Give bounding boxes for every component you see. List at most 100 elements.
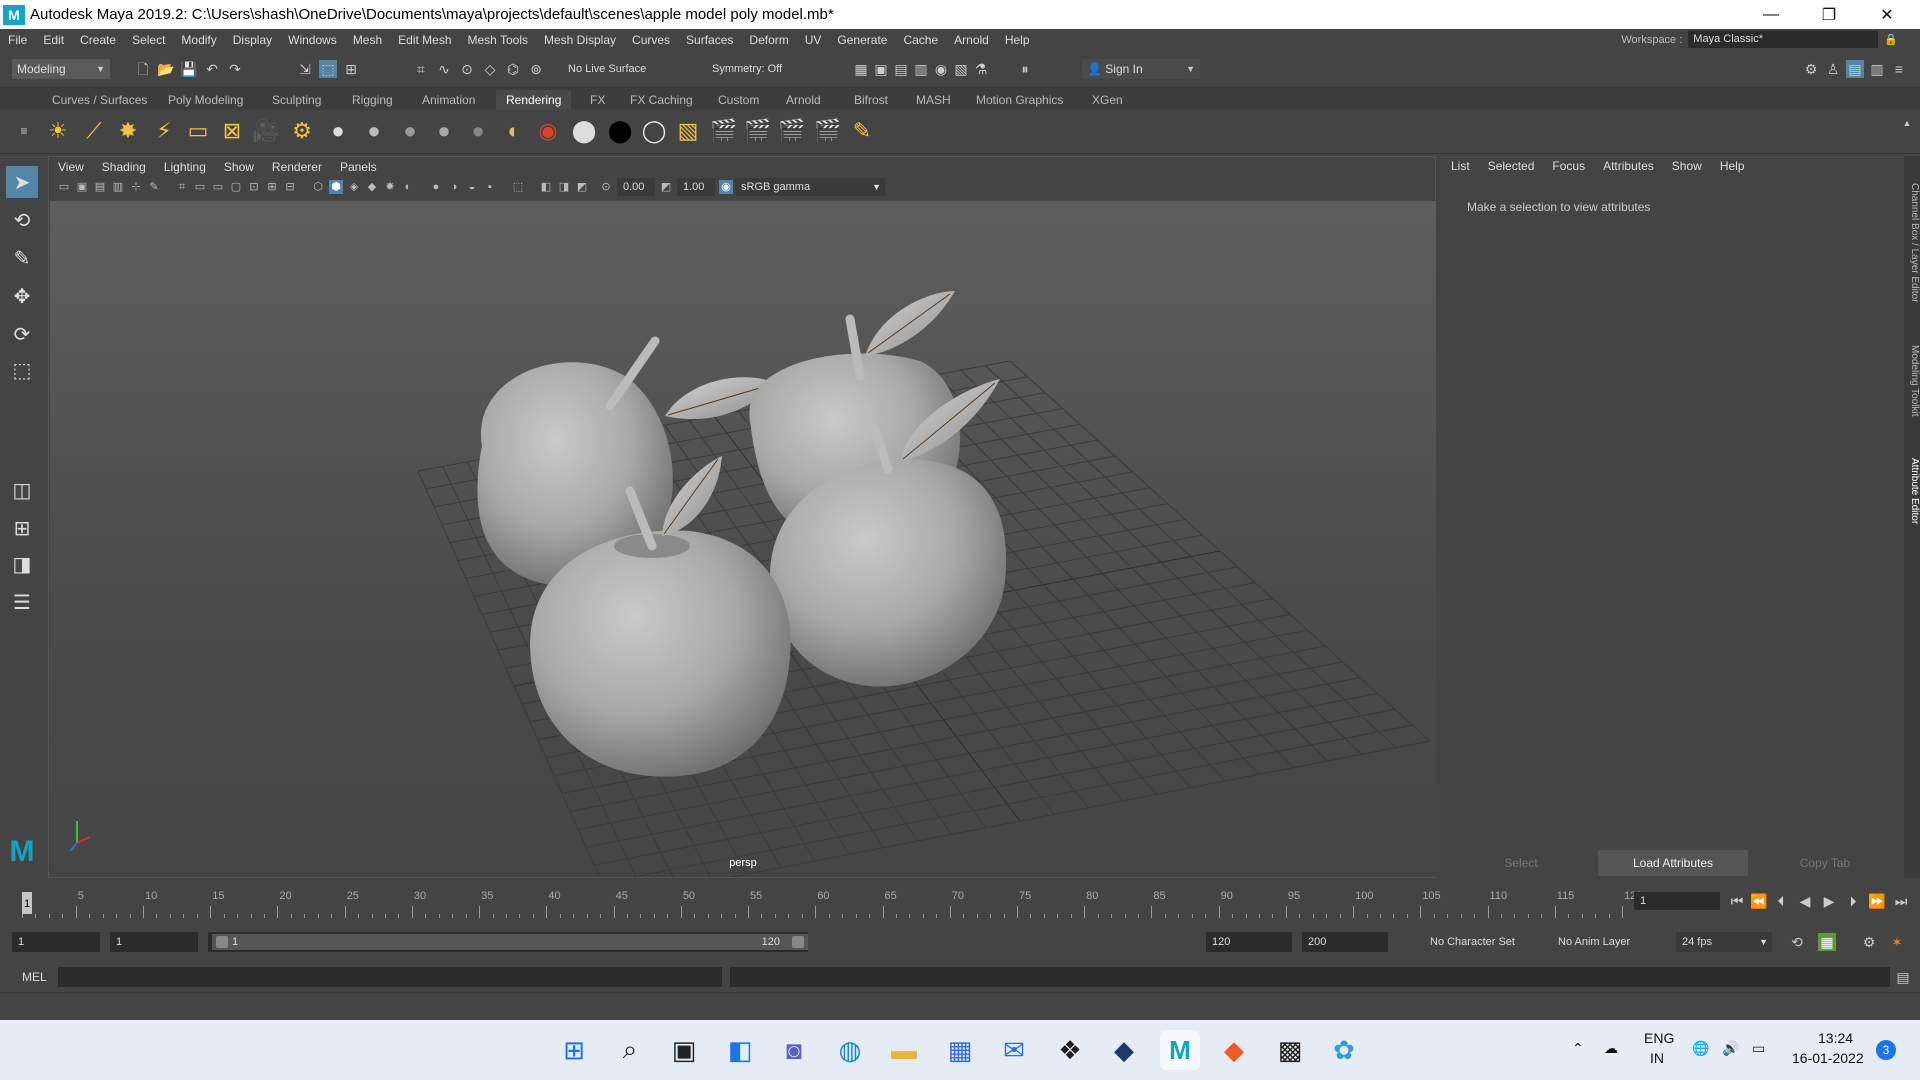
paint-select-icon[interactable]: ✎: [6, 242, 38, 274]
tab-modeling-toolkit[interactable]: Modeling Toolkit: [1904, 331, 1920, 431]
snap-surface-icon[interactable]: ⌬: [504, 60, 522, 78]
fps-dropdown[interactable]: 24 fps ▼: [1676, 932, 1772, 952]
wireframe-icon[interactable]: ⬡: [311, 180, 325, 194]
search-icon[interactable]: ⌕: [610, 1030, 650, 1070]
render-view-shelf-icon[interactable]: ▧: [672, 115, 704, 147]
menu-arnold[interactable]: Arnold: [946, 33, 997, 47]
screen-space-ao-icon[interactable]: ●: [429, 180, 443, 194]
current-frame-field[interactable]: 1: [1634, 892, 1720, 910]
mel-label[interactable]: MEL: [22, 970, 47, 984]
bookmarks-icon[interactable]: ▤: [93, 180, 107, 194]
single-perspective-layout-icon[interactable]: ◫: [6, 474, 38, 506]
channel-box-icon[interactable]: ≡: [1890, 60, 1908, 78]
tab-channel-box[interactable]: Channel Box / Layer Editor: [1904, 168, 1920, 318]
menu-windows[interactable]: Windows: [280, 33, 345, 47]
layered-shader-icon[interactable]: ◐: [498, 115, 530, 147]
menuset-dropdown[interactable]: Modeling ▼: [12, 59, 110, 79]
range-start-grip-icon[interactable]: [216, 936, 228, 948]
dropbox-icon[interactable]: ❖: [1050, 1030, 1090, 1070]
go-to-end-icon[interactable]: ⏭: [1892, 892, 1910, 910]
select-button[interactable]: Select: [1446, 850, 1596, 876]
blinn-material-icon[interactable]: ●: [322, 115, 354, 147]
menu-deform[interactable]: Deform: [741, 33, 796, 47]
select-tool-icon[interactable]: ➤: [6, 166, 38, 198]
ambient-light-icon[interactable]: ☀: [42, 115, 74, 147]
shelf-tab-mash[interactable]: MASH: [906, 90, 961, 110]
sign-in-dropdown[interactable]: 👤 Sign In ▼: [1082, 59, 1200, 79]
point-light-icon[interactable]: ✸: [112, 115, 144, 147]
select-object-icon[interactable]: ⬚: [319, 60, 337, 78]
field-chart-icon[interactable]: ⊡: [247, 180, 261, 194]
textured-icon[interactable]: ◆: [365, 180, 379, 194]
step-forward-frame-icon[interactable]: ⏵: [1844, 892, 1862, 910]
render-frame-icon[interactable]: ▣: [872, 60, 890, 78]
ramp-shader-icon[interactable]: ◉: [532, 115, 564, 147]
wireframe-on-shaded-icon[interactable]: ◈: [347, 180, 361, 194]
menu-create[interactable]: Create: [72, 33, 124, 47]
widgets-icon[interactable]: ◧: [720, 1030, 760, 1070]
panel-menu-lighting[interactable]: Lighting: [155, 160, 215, 174]
lambert-material-icon[interactable]: ●: [358, 115, 390, 147]
panel-menu-panels[interactable]: Panels: [331, 160, 386, 174]
start-time-field[interactable]: 1: [12, 932, 100, 952]
shelf-tab-xgen[interactable]: XGen: [1082, 90, 1133, 110]
scale-tool-icon[interactable]: ⬚: [6, 354, 38, 386]
anim-layer-dropdown[interactable]: No Anim Layer: [1552, 932, 1660, 952]
brave-icon[interactable]: ◆: [1214, 1030, 1254, 1070]
menu-modify[interactable]: Modify: [173, 33, 224, 47]
menu-generate[interactable]: Generate: [829, 33, 895, 47]
pause-viewport-icon[interactable]: ⏸: [1016, 60, 1034, 78]
panel-menu-renderer[interactable]: Renderer: [263, 160, 331, 174]
snap-live-icon[interactable]: ⊚: [527, 60, 545, 78]
redo-icon[interactable]: ↷: [226, 60, 244, 78]
hypershade-icon[interactable]: ◉: [932, 60, 950, 78]
panel-menu-view[interactable]: View: [49, 160, 93, 174]
loop-icon[interactable]: ⟲: [1788, 933, 1806, 951]
step-back-key-icon[interactable]: ⏪: [1750, 892, 1768, 910]
surface-shader-icon[interactable]: ⬤: [568, 115, 600, 147]
onedrive-icon[interactable]: ☁: [1604, 1040, 1618, 1057]
chevron-up-icon[interactable]: ⌃: [1572, 1040, 1584, 1057]
shadows-icon[interactable]: ◐: [401, 180, 415, 194]
character-set-dropdown[interactable]: No Character Set: [1424, 932, 1536, 952]
modeling-toolkit-icon[interactable]: ⚙: [1802, 60, 1820, 78]
close-button[interactable]: ✕: [1864, 0, 1910, 29]
2d-pan-zoom-icon[interactable]: ⊹: [129, 180, 143, 194]
mail-icon[interactable]: ✉: [994, 1030, 1034, 1070]
mel-input[interactable]: [58, 967, 722, 987]
animation-preferences-icon[interactable]: ⚙: [1860, 933, 1878, 951]
network-icon[interactable]: 🌐: [1692, 1040, 1709, 1057]
play-backwards-icon[interactable]: ◀: [1796, 892, 1814, 910]
step-forward-key-icon[interactable]: ⏩: [1868, 892, 1886, 910]
app-icon[interactable]: ◆: [1104, 1030, 1144, 1070]
outliner-layout-icon[interactable]: ☰: [6, 586, 38, 618]
script-editor-icon[interactable]: ▤: [1894, 968, 1912, 986]
go-to-start-icon[interactable]: ⏮: [1728, 892, 1746, 910]
ae-menu-focus[interactable]: Focus: [1543, 159, 1594, 173]
symmetry-dropdown[interactable]: Symmetry: Off: [706, 59, 806, 79]
maximize-button[interactable]: ❐: [1806, 0, 1852, 29]
smooth-shade-icon[interactable]: ⬢: [329, 180, 343, 194]
save-scene-icon[interactable]: 💾: [180, 60, 198, 78]
move-tool-icon[interactable]: ✥: [6, 280, 38, 312]
volume-icon[interactable]: 🔊: [1722, 1040, 1739, 1057]
ipr-shelf-icon[interactable]: 🎬: [742, 115, 774, 147]
character-controls-icon[interactable]: ♙: [1824, 60, 1842, 78]
play-forwards-icon[interactable]: ▶: [1820, 892, 1838, 910]
directional-light-icon[interactable]: ⟋: [78, 115, 110, 147]
use-background-icon[interactable]: ⬤: [604, 115, 636, 147]
image-plane-icon[interactable]: ▥: [111, 180, 125, 194]
spot-light-icon[interactable]: ⚡: [148, 115, 180, 147]
ae-menu-attributes[interactable]: Attributes: [1594, 159, 1663, 173]
camera-attributes-icon[interactable]: ▣: [75, 180, 89, 194]
tool-settings-icon[interactable]: ▥: [1868, 60, 1886, 78]
render-current-icon[interactable]: 🎬: [708, 115, 740, 147]
xray-joints-icon[interactable]: ◨: [557, 180, 571, 194]
language-secondary[interactable]: IN: [1650, 1050, 1664, 1066]
render-settings-icon[interactable]: ▥: [912, 60, 930, 78]
new-scene-icon[interactable]: 🗋: [134, 60, 152, 78]
load-attributes-button[interactable]: Load Attributes: [1598, 850, 1748, 876]
shelf-tab-rendering[interactable]: Rendering: [496, 90, 572, 110]
ae-menu-help[interactable]: Help: [1711, 159, 1754, 173]
auto-key-icon[interactable]: ▦: [1818, 933, 1836, 951]
